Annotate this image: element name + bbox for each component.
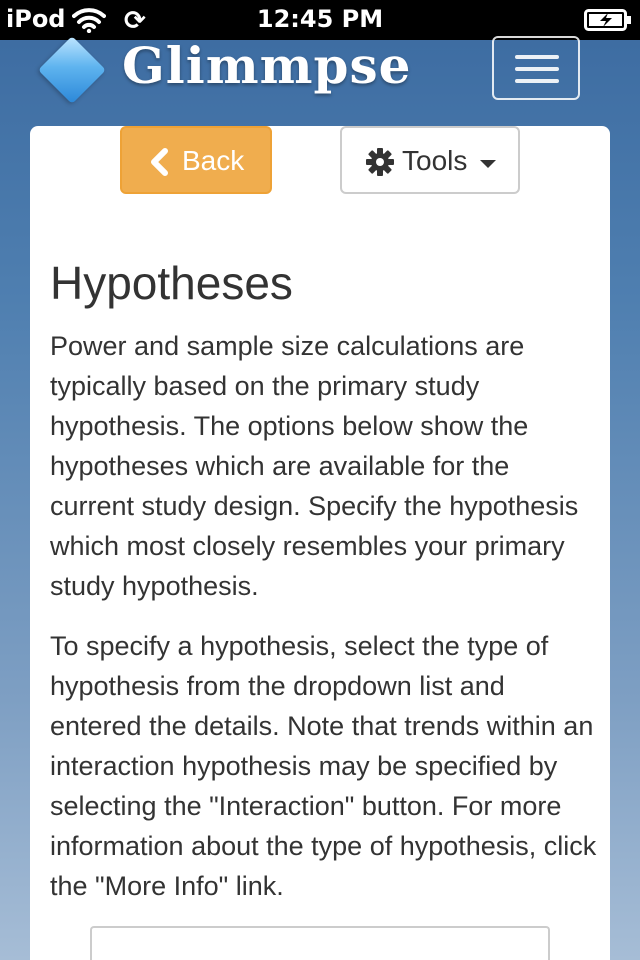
tools-button-label: Tools [402,145,468,176]
back-button-label: Back [182,145,245,176]
hypothesis-selector-panel[interactable] [90,926,550,960]
status-bar: iPod ⟳ 12:45 PM [0,0,640,40]
back-button[interactable]: Back [120,126,272,194]
caret-down-icon [480,160,496,168]
status-time: 12:45 PM [256,5,384,33]
page-title: Hypotheses [50,257,293,309]
intro-paragraph: Power and sample size calculations are t… [50,331,579,601]
tools-dropdown-button[interactable]: Tools [340,126,520,194]
chevron-left-icon [151,148,168,176]
gear-icon [366,148,394,176]
hamburger-menu-button[interactable] [492,36,580,100]
content-card: Back Tools Hypotheses Power and sample s… [30,126,610,960]
app-name: Glimmpse [122,36,412,95]
app-header: Glimmpse [0,36,640,124]
instructions-paragraph: To specify a hypothesis, select the type… [50,631,597,901]
hamburger-menu-icon [515,55,559,59]
diamond-logo-icon [38,36,106,104]
battery-charging-icon [584,9,631,31]
